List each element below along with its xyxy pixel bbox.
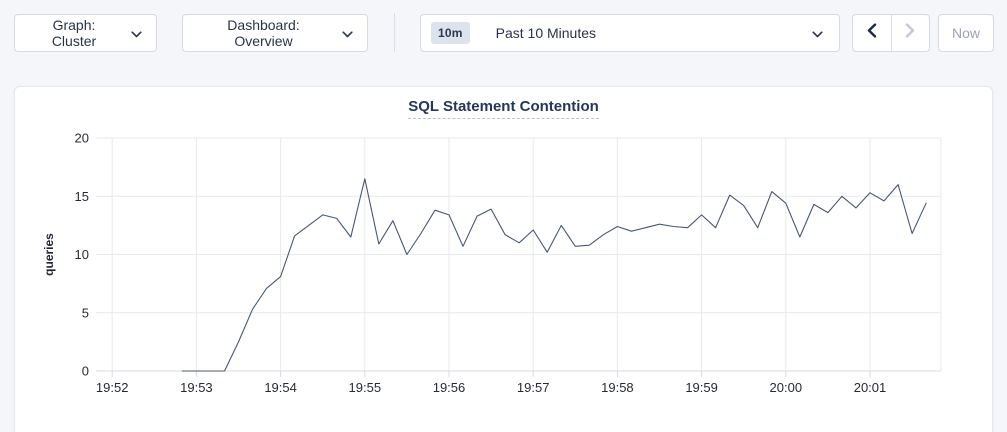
y-axis-label: queries	[42, 233, 56, 276]
chevron-left-icon	[867, 23, 877, 43]
y-tick-label: 15	[75, 189, 89, 204]
x-tick-label: 19:53	[180, 380, 213, 395]
graph-dropdown[interactable]: Graph: Cluster	[14, 14, 157, 52]
chevron-down-icon	[812, 31, 823, 38]
y-tick-label: 20	[75, 131, 89, 146]
y-tick-label: 5	[82, 305, 89, 320]
y-tick-label: 10	[75, 247, 89, 262]
chevron-down-icon	[131, 31, 142, 38]
toolbar-divider	[394, 13, 395, 52]
prev-time-button[interactable]	[853, 15, 892, 51]
x-tick-label: 20:00	[770, 380, 803, 395]
dashboard-dropdown-label: Dashboard: Overview	[197, 17, 330, 49]
series-line-queries	[182, 179, 926, 371]
x-tick-label: 19:55	[349, 380, 382, 395]
time-range-badge: 10m	[431, 22, 470, 44]
chart-card: SQL Statement Contention 0510152019:5219…	[14, 86, 993, 432]
x-tick-label: 19:56	[433, 380, 466, 395]
x-tick-label: 19:57	[517, 380, 550, 395]
time-range-selector[interactable]: 10m Past 10 Minutes	[420, 14, 840, 52]
y-tick-label: 0	[82, 364, 89, 379]
chevron-down-icon	[342, 31, 353, 38]
x-tick-label: 19:52	[96, 380, 129, 395]
time-range-label: Past 10 Minutes	[496, 25, 800, 41]
x-tick-label: 19:54	[264, 380, 297, 395]
graph-dropdown-label: Graph: Cluster	[29, 17, 119, 49]
dashboard-dropdown[interactable]: Dashboard: Overview	[182, 14, 368, 52]
next-time-button[interactable]	[892, 15, 930, 51]
now-button[interactable]: Now	[938, 14, 994, 52]
x-tick-label: 19:58	[601, 380, 634, 395]
db-console-page: Graph: Cluster Dashboard: Overview 10m P…	[0, 0, 1007, 432]
x-tick-label: 19:59	[685, 380, 718, 395]
x-tick-label: 20:01	[854, 380, 887, 395]
chevron-right-icon	[905, 23, 915, 43]
time-step-button-group	[852, 14, 930, 52]
sql-contention-line-chart[interactable]: 0 5 10 15 20 19:52 19:53 19:54 19:55 19:56 19:57 19…	[15, 111, 994, 432]
